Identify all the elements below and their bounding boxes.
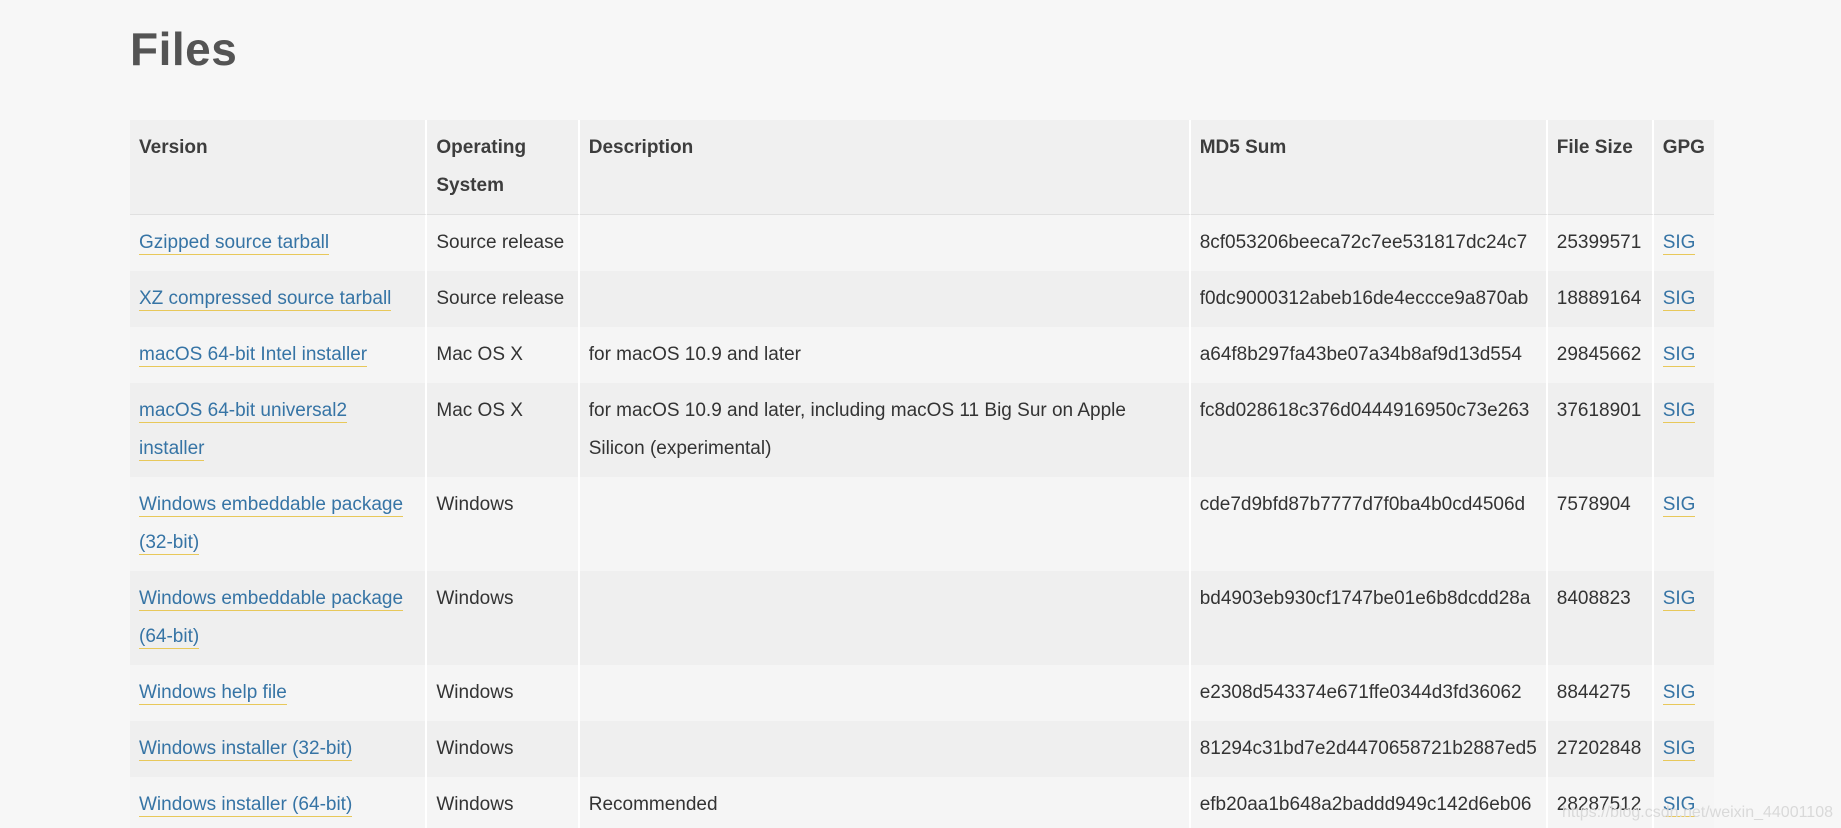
file-size-cell: 18889164	[1547, 271, 1654, 327]
file-size-cell: 29845662	[1547, 327, 1654, 383]
os-cell: Windows	[427, 721, 580, 777]
description-cell	[579, 721, 1191, 777]
description-cell	[579, 571, 1191, 665]
files-table: Version Operating System Description MD5…	[130, 120, 1714, 828]
table-body: Gzipped source tarball Source release 8cf0…	[130, 215, 1714, 828]
gpg-cell: SIG	[1653, 327, 1714, 383]
file-size-cell: 8408823	[1547, 571, 1654, 665]
version-cell: macOS 64-bit universal2 installer	[130, 383, 428, 477]
gpg-cell: SIG	[1653, 383, 1714, 477]
file-size-cell: 8844275	[1547, 665, 1654, 721]
table-row: Windows embeddable package (64-bit) Windo…	[130, 571, 1714, 665]
sig-link[interactable]: SIG	[1662, 232, 1696, 255]
file-size-cell: 27202848	[1547, 721, 1654, 777]
description-cell	[579, 271, 1191, 327]
os-cell: Windows	[427, 665, 580, 721]
sig-link[interactable]: SIG	[1662, 344, 1696, 367]
sig-link[interactable]: SIG	[1662, 738, 1696, 761]
os-cell: Windows	[427, 777, 580, 828]
table-row: macOS 64-bit Intel installer Mac OS Xfor …	[130, 327, 1714, 383]
download-link[interactable]: Windows installer (64-bit)	[139, 794, 353, 817]
gpg-cell: SIG	[1653, 271, 1714, 327]
table-row: Windows embeddable package (32-bit) Windo…	[130, 477, 1714, 571]
header-description: Description	[579, 120, 1191, 215]
description-cell	[579, 477, 1191, 571]
sig-link[interactable]: SIG	[1662, 588, 1696, 611]
gpg-cell: SIG	[1653, 215, 1714, 271]
description-cell	[579, 215, 1191, 271]
download-link[interactable]: Windows installer (32-bit)	[139, 738, 353, 761]
version-cell: Windows help file	[130, 665, 428, 721]
sig-link[interactable]: SIG	[1662, 400, 1696, 423]
md5-cell: cde7d9bfd87b7777d7f0ba4b0cd4506d	[1190, 477, 1548, 571]
table-row: Windows installer (32-bit) Windows 81294c3…	[130, 721, 1714, 777]
version-cell: Windows installer (64-bit)	[130, 777, 428, 828]
md5-cell: e2308d543374e671ffe0344d3fd36062	[1190, 665, 1548, 721]
file-size-cell: 25399571	[1547, 215, 1654, 271]
download-link[interactable]: Windows help file	[139, 682, 287, 705]
gpg-cell: SIG	[1653, 665, 1714, 721]
version-cell: macOS 64-bit Intel installer	[130, 327, 428, 383]
version-cell: Windows installer (32-bit)	[130, 721, 428, 777]
header-file-size: File Size	[1547, 120, 1654, 215]
download-link[interactable]: Gzipped source tarball	[139, 232, 330, 255]
os-cell: Windows	[427, 477, 580, 571]
header-version: Version	[130, 120, 428, 215]
download-link[interactable]: Windows embeddable package (32-bit)	[139, 494, 404, 555]
gpg-cell: SIG	[1653, 571, 1714, 665]
page: Files Version Operating System Descripti…	[0, 0, 1841, 828]
os-cell: Mac OS X	[427, 383, 580, 477]
md5-cell: fc8d028618c376d0444916950c73e263	[1190, 383, 1548, 477]
md5-cell: bd4903eb930cf1747be01e6b8dcdd28a	[1190, 571, 1548, 665]
table-row: Windows installer (64-bit) Windows Recomme…	[130, 777, 1714, 828]
md5-cell: 8cf053206beeca72c7ee531817dc24c7	[1190, 215, 1548, 271]
md5-cell: efb20aa1b648a2baddd949c142d6eb06	[1190, 777, 1548, 828]
file-size-cell: 7578904	[1547, 477, 1654, 571]
file-size-cell: 37618901	[1547, 383, 1654, 477]
md5-cell: a64f8b297fa43be07a34b8af9d13d554	[1190, 327, 1548, 383]
md5-cell: f0dc9000312abeb16de4eccce9a870ab	[1190, 271, 1548, 327]
description-cell: for macOS 10.9 and later, including macO…	[579, 383, 1191, 477]
table-row: Gzipped source tarball Source release 8cf0…	[130, 215, 1714, 271]
version-cell: Gzipped source tarball	[130, 215, 428, 271]
header-md5-sum: MD5 Sum	[1190, 120, 1548, 215]
os-cell: Windows	[427, 571, 580, 665]
sig-link[interactable]: SIG	[1662, 494, 1696, 517]
md5-cell: 81294c31bd7e2d4470658721b2887ed5	[1190, 721, 1548, 777]
os-cell: Source release	[427, 271, 580, 327]
sig-link[interactable]: SIG	[1662, 682, 1696, 705]
description-cell	[579, 665, 1191, 721]
table-row: macOS 64-bit universal2 installer Mac OS …	[130, 383, 1714, 477]
os-cell: Source release	[427, 215, 580, 271]
header-gpg: GPG	[1653, 120, 1714, 215]
gpg-cell: SIG	[1653, 721, 1714, 777]
page-title: Files	[130, 23, 238, 75]
watermark: https://blog.csdn.net/weixin_44001108	[1561, 804, 1833, 821]
sig-link[interactable]: SIG	[1662, 288, 1696, 311]
header-row: Version Operating System Description MD5…	[130, 120, 1714, 215]
download-link[interactable]: XZ compressed source tarball	[139, 288, 392, 311]
download-link[interactable]: macOS 64-bit Intel installer	[139, 344, 368, 367]
table-header: Version Operating System Description MD5…	[130, 120, 1714, 215]
header-operating-system: Operating System	[427, 120, 580, 215]
description-cell: for macOS 10.9 and later	[579, 327, 1191, 383]
version-cell: XZ compressed source tarball	[130, 271, 428, 327]
table-row: Windows help file Windows e2308d543374e671…	[130, 665, 1714, 721]
version-cell: Windows embeddable package (32-bit)	[130, 477, 428, 571]
table-row: XZ compressed source tarball Source relea…	[130, 271, 1714, 327]
os-cell: Mac OS X	[427, 327, 580, 383]
version-cell: Windows embeddable package (64-bit)	[130, 571, 428, 665]
download-link[interactable]: macOS 64-bit universal2 installer	[139, 400, 348, 461]
gpg-cell: SIG	[1653, 477, 1714, 571]
description-cell: Recommended	[579, 777, 1191, 828]
download-link[interactable]: Windows embeddable package (64-bit)	[139, 588, 404, 649]
